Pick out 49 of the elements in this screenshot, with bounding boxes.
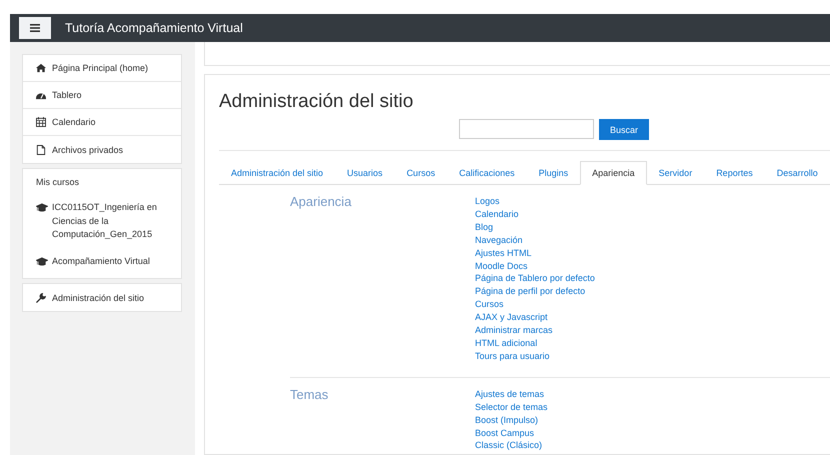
course-link[interactable]: ICC0115OT_Ingeniería en Ciencias de la Computación_Gen_2015 (36, 201, 171, 242)
calendar-icon (36, 117, 46, 127)
section-heading: Apariencia (290, 194, 352, 211)
settings-link[interactable]: Navegación (475, 234, 595, 247)
settings-link[interactable]: Administrar marcas (475, 324, 595, 337)
tab[interactable]: Servidor (646, 161, 704, 185)
tab[interactable]: Usuarios (335, 161, 395, 185)
site-title[interactable]: Tutoría Acompañamiento Virtual (65, 21, 243, 35)
settings-link[interactable]: Blog (475, 220, 595, 234)
settings-link[interactable]: AJAX y Javascript (475, 311, 595, 324)
settings-link[interactable]: Ajustes HTML (475, 246, 595, 260)
tab[interactable]: Plugins (526, 161, 580, 185)
page-title: Administración del sitio (219, 91, 414, 113)
menu-button[interactable] (19, 17, 51, 39)
tab[interactable]: Desarrollo (764, 161, 830, 185)
settings-link[interactable]: Moodle Docs (475, 260, 595, 272)
menu-icon (30, 24, 40, 32)
house-icon (36, 63, 46, 73)
graduation-cap-icon (36, 256, 48, 266)
settings-link[interactable]: Selector de temas (475, 400, 548, 414)
settings-link[interactable]: HTML adicional (475, 336, 595, 350)
search-button[interactable]: Buscar (599, 119, 650, 140)
nav-item[interactable]: Archivos privados (23, 136, 181, 163)
courses-heading: Mis cursos (36, 177, 80, 187)
tab[interactable]: Cursos (394, 161, 448, 185)
settings-link[interactable]: Calendario (475, 208, 595, 221)
tab[interactable]: Administración del sitio (219, 161, 336, 185)
tab[interactable]: Apariencia (580, 161, 647, 185)
search-field[interactable] (459, 119, 594, 139)
settings-link[interactable]: Tours para usuario (475, 350, 595, 363)
settings-link[interactable]: Ajustes de temas (475, 388, 548, 401)
tab[interactable]: Reportes (704, 161, 765, 185)
course-link[interactable]: Acompañamiento Virtual (36, 254, 171, 268)
settings-link[interactable]: Página de Tablero por defecto (475, 272, 595, 286)
nav-item[interactable]: Calendario (23, 109, 181, 136)
settings-link[interactable]: Cursos (475, 298, 595, 312)
wrench-icon (36, 292, 46, 302)
section-heading: Temas (290, 386, 330, 404)
site-admin-link[interactable]: Administración del sitio (23, 284, 181, 311)
settings-link[interactable]: Boost (Impulso) (475, 414, 548, 426)
settings-link[interactable]: Classic (Clásico) (475, 439, 548, 452)
nav-item[interactable]: Página Principal (home) (23, 55, 181, 82)
nav-item[interactable]: Tablero (23, 82, 181, 109)
settings-link[interactable]: Página de perfil por defecto (475, 285, 595, 298)
tab[interactable]: Calificaciones (447, 161, 527, 185)
settings-link[interactable]: Boost Campus (475, 426, 548, 440)
settings-link[interactable]: Logos (475, 195, 595, 208)
graduation-cap-icon (36, 203, 48, 213)
file-icon (36, 144, 46, 154)
